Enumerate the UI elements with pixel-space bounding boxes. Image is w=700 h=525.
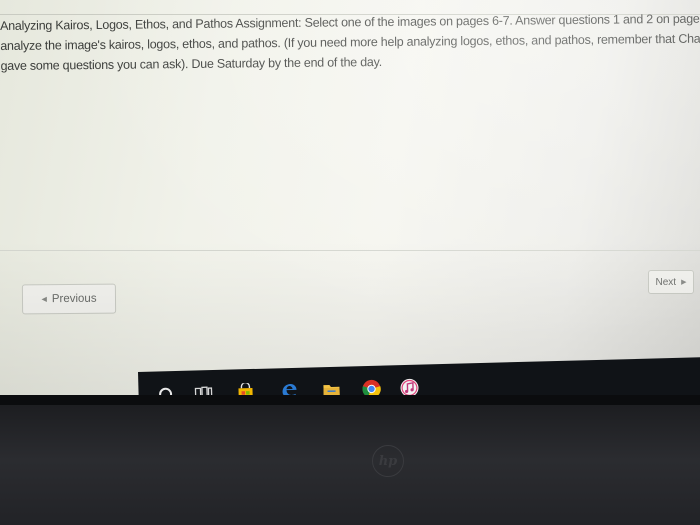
hp-logo: hp <box>372 445 404 477</box>
laptop-bezel <box>0 395 700 525</box>
assignment-description: Analyzing Kairos, Logos, Ethos, and Path… <box>0 8 700 76</box>
browser-page: Analyzing Kairos, Logos, Ethos, and Path… <box>0 0 700 400</box>
next-label: Next <box>655 276 677 288</box>
previous-label: Previous <box>51 292 97 306</box>
previous-button[interactable]: ◀ Previous <box>21 283 117 315</box>
chevron-left-icon: ◀ <box>41 296 47 304</box>
footer-divider <box>0 250 700 251</box>
chevron-right-icon: ▶ <box>681 279 687 286</box>
next-button[interactable]: Next ▶ <box>648 270 694 294</box>
